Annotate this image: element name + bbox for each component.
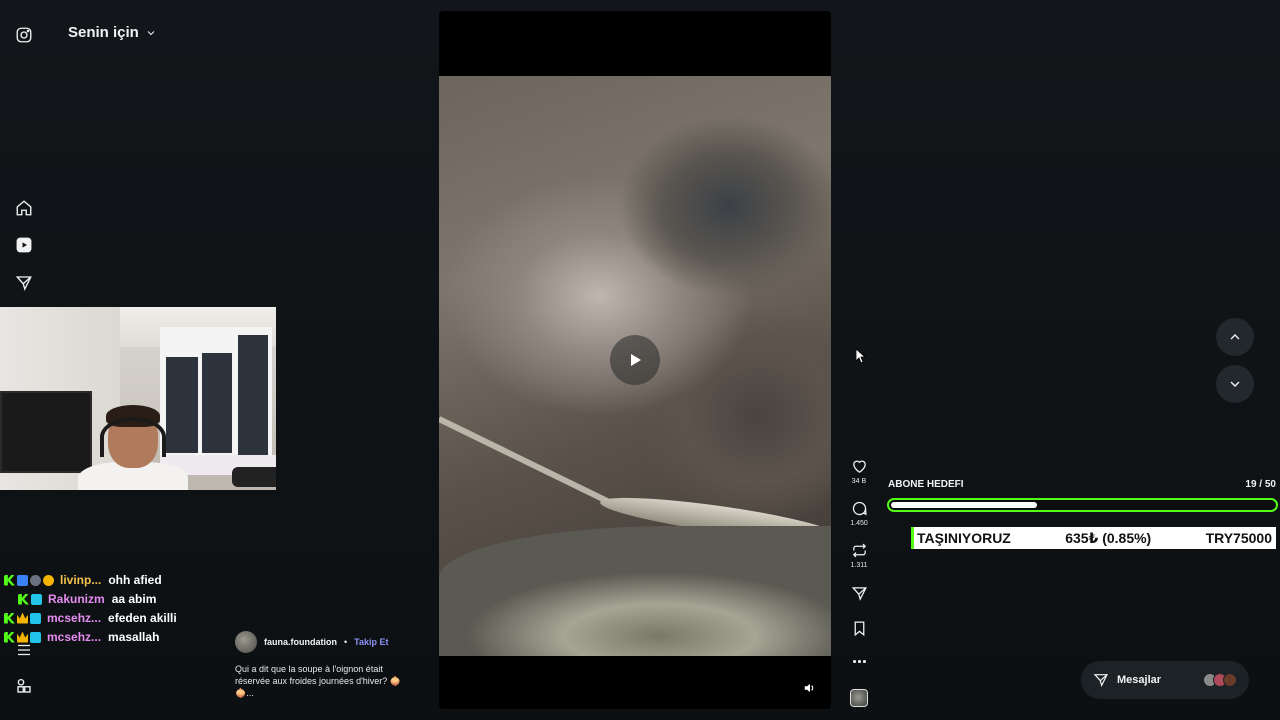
like-action[interactable]: 34 B (846, 458, 872, 485)
webcam-window (160, 327, 272, 457)
repost-count: 1.311 (850, 562, 868, 569)
instagram-icon[interactable] (14, 25, 34, 45)
chat-username[interactable]: mcsehz... (47, 611, 101, 625)
avatar (1223, 673, 1237, 687)
moderator-badge-icon (30, 574, 41, 586)
window-pane (202, 353, 232, 453)
separator-dot: • (344, 637, 348, 647)
ticker-title: TAŞINIYORUZ (917, 530, 1011, 546)
subscriber-badge-icon (30, 612, 41, 624)
kick-badge-icon (4, 574, 15, 586)
ticker-amount: 635₺ (0.85%) (1065, 529, 1152, 546)
kick-badge-icon (4, 612, 15, 624)
chat-message: Rakunizm aa abim (18, 591, 156, 607)
chat-text: masallah (108, 630, 160, 644)
window-pane (166, 357, 198, 453)
bookmark-icon (854, 621, 864, 637)
next-reel-button[interactable] (1216, 365, 1254, 403)
post-author-row: fauna.foundation • Takip Et (235, 631, 389, 653)
goal-count: 19 / 50 (1245, 479, 1276, 490)
subscriber-badge-icon (31, 593, 42, 605)
audio-thumbnail[interactable] (850, 689, 868, 707)
author-name[interactable]: fauna.foundation (264, 637, 337, 647)
chat-message: mcsehz... masallah (4, 629, 159, 645)
play-icon (631, 354, 641, 366)
subscriber-badge-icon (30, 631, 41, 643)
goal-label: ABONE HEDEFI (888, 479, 964, 490)
like-count: 34 B (851, 478, 867, 485)
chat-username[interactable]: livinp... (60, 573, 101, 587)
verified-badge-icon (17, 574, 28, 586)
previous-reel-button[interactable] (1216, 318, 1254, 356)
share-icon (851, 587, 867, 601)
comment-action[interactable]: 1.450 (846, 500, 872, 527)
spoon-handle (439, 416, 630, 514)
ticker-target: TRY75000 (1205, 530, 1272, 546)
send-icon (1093, 674, 1108, 687)
ellipsis-icon (852, 659, 866, 664)
save-action[interactable] (846, 620, 872, 637)
chat-username[interactable]: mcsehz... (47, 630, 101, 644)
microphone (232, 467, 276, 487)
message-avatars (1203, 673, 1237, 687)
share-action[interactable] (846, 585, 872, 602)
goal-progress-fill (891, 502, 1037, 508)
goal-progress-bar (887, 498, 1278, 512)
reels-icon[interactable] (14, 235, 34, 255)
feed-title: Senin için (68, 24, 139, 41)
repost-action[interactable]: 1.311 (846, 542, 872, 569)
kick-badge-icon (18, 593, 29, 605)
chat-text: ohh afied (108, 573, 162, 587)
crown-badge-icon (17, 631, 28, 643)
messages-label: Mesajlar (1117, 674, 1162, 686)
repost-icon (852, 543, 866, 558)
more-options[interactable] (846, 653, 872, 670)
window-pane (238, 335, 268, 455)
comment-count: 1.450 (850, 520, 868, 527)
mouse-cursor-icon (856, 349, 866, 363)
chevron-down-icon (1230, 381, 1240, 387)
speaker-icon (804, 683, 814, 693)
heart-icon (852, 460, 866, 473)
chat-username[interactable]: Rakunizm (48, 592, 105, 606)
headset (100, 417, 166, 457)
play-button[interactable] (610, 335, 660, 385)
soup-bowl (439, 526, 831, 656)
chat-text: efeden akilli (108, 611, 177, 625)
kick-badge-icon (4, 631, 15, 643)
messages-button[interactable]: Mesajlar (1081, 661, 1249, 699)
more-icon[interactable] (14, 676, 34, 696)
comment-icon (852, 501, 867, 516)
chat-message: mcsehz... efeden akilli (4, 610, 177, 626)
send-icon[interactable] (14, 273, 34, 293)
gift-badge-icon (43, 574, 54, 586)
mute-button[interactable] (803, 681, 819, 697)
donation-ticker: TAŞINIYORUZ 635₺ (0.85%) TRY75000 (911, 527, 1276, 549)
author-avatar[interactable] (235, 631, 257, 653)
chevron-down-icon (147, 30, 155, 35)
webcam-tv (0, 391, 92, 473)
chevron-up-icon (1230, 334, 1240, 340)
feed-selector[interactable]: Senin için (68, 24, 157, 41)
reel-video[interactable] (439, 11, 831, 709)
chat-message: livinp... ohh afied (4, 572, 162, 588)
post-caption[interactable]: Qui a dit que la soupe à l'oignon était … (235, 663, 415, 699)
follow-button[interactable]: Takip Et (354, 637, 388, 647)
streamer-webcam (0, 307, 276, 490)
home-icon[interactable] (14, 198, 34, 218)
chat-text: aa abim (111, 592, 157, 606)
crown-badge-icon (17, 612, 28, 624)
